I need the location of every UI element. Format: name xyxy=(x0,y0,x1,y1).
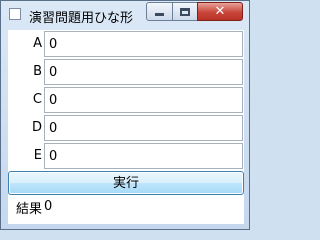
app-icon[interactable] xyxy=(9,8,21,20)
result-value: 0 xyxy=(44,199,53,214)
run-button[interactable]: 実行 xyxy=(8,171,244,195)
field-input-a[interactable] xyxy=(44,31,243,57)
field-row-b: B xyxy=(8,58,244,86)
field-label-b: B xyxy=(33,64,42,79)
field-row-e: E xyxy=(8,142,244,170)
field-input-d[interactable] xyxy=(44,115,243,141)
field-row-d: D xyxy=(8,114,244,142)
field-label-e: E xyxy=(33,148,42,163)
close-icon: ✕ xyxy=(214,4,226,19)
field-label-a: A xyxy=(33,36,42,51)
field-input-e[interactable] xyxy=(44,143,243,169)
maximize-icon xyxy=(180,7,190,16)
result-row: 結果 0 xyxy=(8,196,244,224)
maximize-button[interactable] xyxy=(172,2,198,21)
field-row-c: C xyxy=(8,86,244,114)
field-label-d: D xyxy=(31,120,42,135)
result-label: 結果 xyxy=(15,202,42,217)
close-button[interactable]: ✕ xyxy=(197,2,243,21)
field-input-b[interactable] xyxy=(44,59,243,85)
minimize-icon xyxy=(155,13,164,16)
minimize-button[interactable] xyxy=(146,2,173,21)
window-title: 演習問題用ひな形 xyxy=(29,11,134,26)
field-row-a: A xyxy=(8,30,244,58)
title-bar[interactable]: 演習問題用ひな形 ✕ xyxy=(1,1,249,29)
field-label-c: C xyxy=(32,92,42,107)
app-window: 演習問題用ひな形 ✕ A B C D E 実行 xyxy=(0,0,250,230)
field-input-c[interactable] xyxy=(44,87,243,113)
form-area: A B C D E 実行 結果 0 xyxy=(8,30,244,224)
